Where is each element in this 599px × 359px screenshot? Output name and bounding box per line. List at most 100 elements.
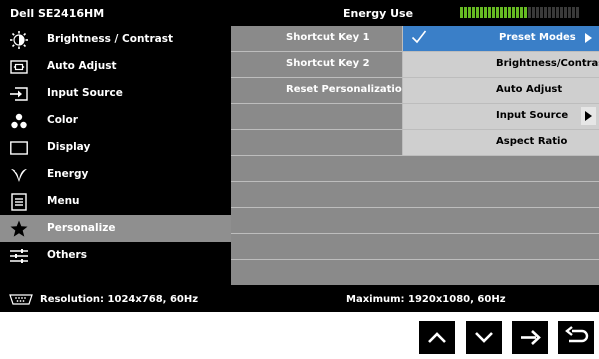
empty-row [231,182,599,208]
submenu-label: Reset Personalization [286,84,409,95]
menu-item-label: Color [47,114,78,126]
menu-item-personalize[interactable]: Personalize [0,215,231,242]
menu-item-label: Menu [47,195,80,207]
down-arrow-icon [475,332,493,343]
back-icon [565,326,589,343]
color-icon [11,113,27,129]
menu-item-display[interactable]: Display [0,134,231,161]
energy-meter-segment [532,7,535,18]
energy-meter-segment [524,7,527,18]
others-icon [10,249,28,263]
menu-icon [11,193,27,211]
status-bar: Resolution: 1024x768, 60Hz Maximum: 1920… [0,286,599,312]
menu-item-energy[interactable]: Energy [0,161,231,188]
energy-meter-segment [576,7,579,18]
checkmark-icon [411,30,427,44]
shortcut-key-2-item[interactable]: Shortcut Key 2 [231,52,403,78]
menu-item-color[interactable]: Color [0,107,231,134]
option-brightness-contrast[interactable]: Brightness/Contrast [403,52,599,78]
connector-icon [9,294,33,305]
menu-item-label: Energy [47,168,89,180]
input-source-icon [10,87,28,101]
up-arrow-icon [428,332,446,343]
menu-item-brightness-contrast[interactable]: Brightness / Contrast [0,26,231,53]
empty-row [231,130,403,156]
display-icon [10,141,28,155]
energy-meter-segment [572,7,575,18]
energy-meter-segment [504,7,507,18]
current-resolution: Resolution: 1024x768, 60Hz [40,294,199,305]
option-input-source[interactable]: Input Source [403,104,599,130]
auto-adjust-icon [10,60,28,74]
empty-row [231,156,599,182]
empty-row [231,260,599,285]
reset-personalization-item[interactable]: Reset Personalization [231,78,409,104]
star-icon [10,220,28,237]
back-button[interactable] [558,321,594,354]
energy-meter-segment [552,7,555,18]
energy-meter-segment [516,7,519,18]
option-preset-modes[interactable]: Preset Modes [403,26,599,52]
menu-item-label: Personalize [47,222,116,234]
energy-meter-segment [484,7,487,18]
option-label: Auto Adjust [496,84,563,95]
menu-item-label: Brightness / Contrast [47,33,173,45]
option-label: Aspect Ratio [496,136,568,147]
option-label: Brightness/Contrast [496,58,599,69]
option-auto-adjust[interactable]: Auto Adjust [403,78,599,104]
energy-icon [11,169,27,182]
main-menu: Brightness / Contrast Auto Adjust Input … [0,26,231,286]
submenu-arrow-icon[interactable] [581,107,596,125]
menu-item-auto-adjust[interactable]: Auto Adjust [0,53,231,80]
energy-meter-segment [540,7,543,18]
submenu-label: Shortcut Key 1 [286,32,370,43]
empty-row [231,234,599,260]
energy-meter-segment [520,7,523,18]
menu-item-menu[interactable]: Menu [0,188,231,215]
energy-meter-segment [488,7,491,18]
right-arrow-icon [521,330,541,345]
monitor-model: Dell SE2416HM [10,7,105,20]
osd-window: Dell SE2416HM Energy Use Brightness / Co… [0,0,599,312]
menu-item-label: Input Source [47,87,123,99]
option-aspect-ratio[interactable]: Aspect Ratio [403,130,599,156]
energy-meter-segment [476,7,479,18]
up-button[interactable] [419,321,455,354]
energy-meter-segment [528,7,531,18]
energy-meter-segment [468,7,471,18]
energy-meter-segment [536,7,539,18]
energy-meter-segment [500,7,503,18]
brightness-icon [10,31,28,49]
option-label: Input Source [496,110,569,121]
empty-row [231,208,599,234]
energy-meter-segment [472,7,475,18]
energy-meter-segment [508,7,511,18]
menu-item-label: Others [47,249,87,261]
energy-meter-segment [568,7,571,18]
empty-rows [231,156,599,286]
maximum-resolution: Maximum: 1920x1080, 60Hz [346,294,506,305]
menu-item-input-source[interactable]: Input Source [0,80,231,107]
title-bar: Dell SE2416HM Energy Use [0,0,599,26]
energy-meter-segment [548,7,551,18]
energy-meter [460,7,579,18]
energy-meter-segment [464,7,467,18]
empty-row [231,104,403,130]
energy-meter-segment [560,7,563,18]
down-button[interactable] [466,321,502,354]
menu-item-others[interactable]: Others [0,242,231,269]
energy-meter-segment [512,7,515,18]
option-label: Preset Modes [499,32,576,43]
energy-meter-segment [544,7,547,18]
energy-meter-segment [480,7,483,18]
submenu-arrow-icon[interactable] [581,29,596,47]
right-button[interactable] [512,321,548,354]
column-divider [402,26,403,156]
energy-meter-segment [460,7,463,18]
menu-item-label: Display [47,141,91,153]
energy-meter-segment [496,7,499,18]
menu-item-label: Auto Adjust [47,60,117,72]
submenu-label: Shortcut Key 2 [286,58,370,69]
energy-meter-segment [556,7,559,18]
shortcut-key-1-item[interactable]: Shortcut Key 1 [231,26,403,52]
